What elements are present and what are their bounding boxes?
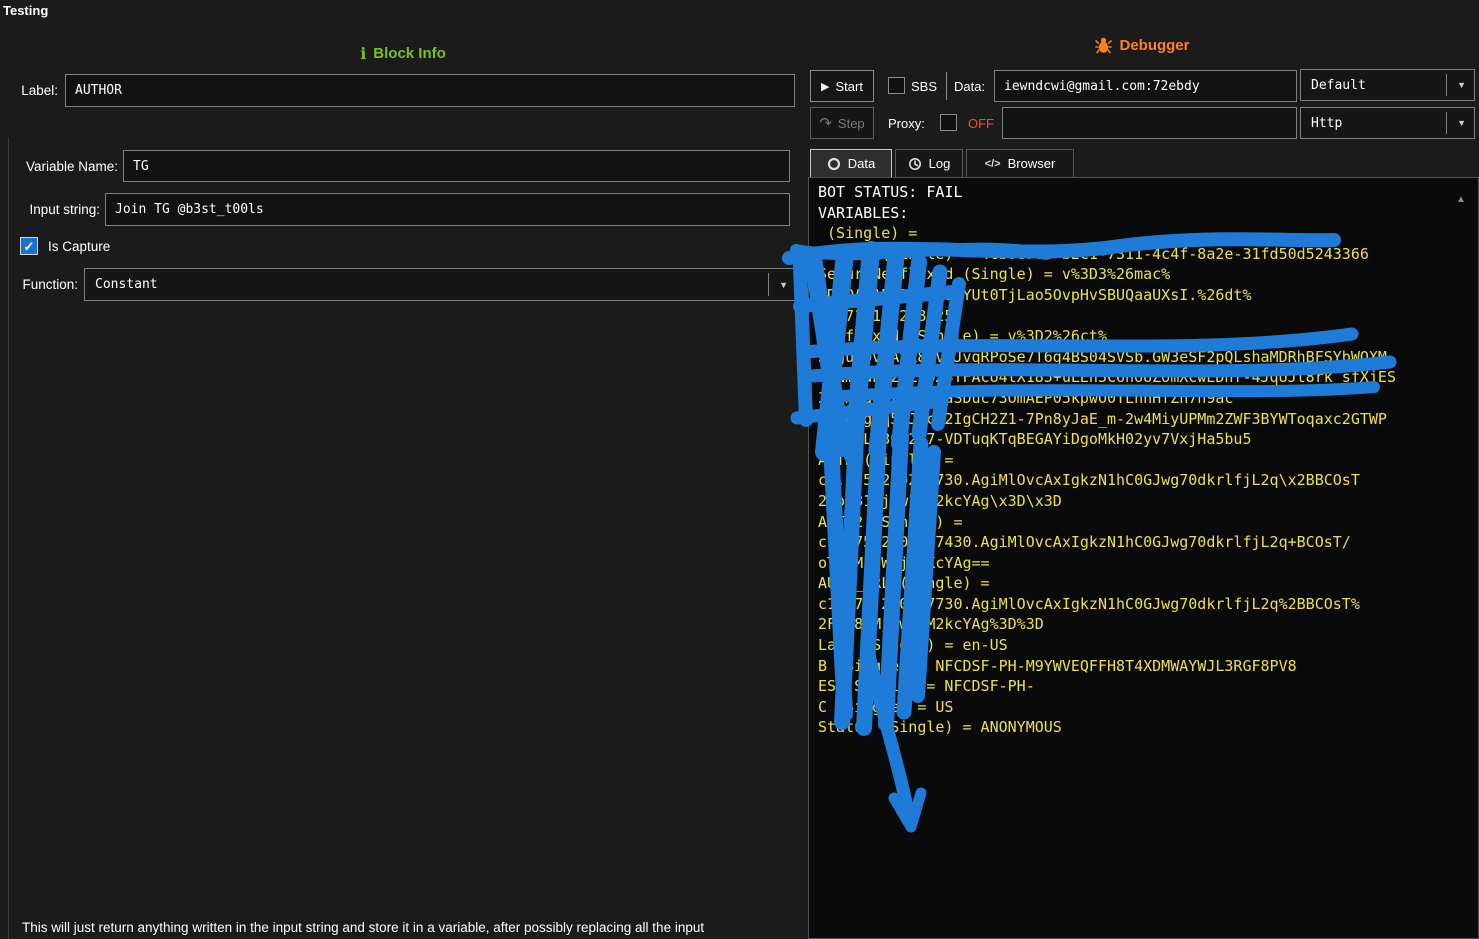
play-icon: ▶ bbox=[821, 80, 829, 93]
section-divider bbox=[8, 137, 9, 939]
block-description: This will just return anything written i… bbox=[22, 920, 792, 935]
variable-name-label: Variable Name: bbox=[10, 159, 118, 174]
proxy-label: Proxy: bbox=[888, 116, 925, 131]
console-line: B (Single) = NFCDSF-PH-M9YWVEQFFH8T4XDMW… bbox=[818, 656, 1478, 677]
app-window: Testing i Block Info Label: Variable Nam… bbox=[0, 0, 1479, 939]
proxy-type-value: Http bbox=[1301, 116, 1342, 131]
console-line: 2FoT81MjOwFjM2kcYAg\x3D\x3D bbox=[818, 491, 1478, 512]
proxy-status: OFF bbox=[968, 116, 994, 131]
step-button[interactable]: ↷ Step bbox=[810, 107, 874, 139]
console-line: 3xumadau/buAaMaSDuc73OmAEP05kpwO0TLnnHfZ… bbox=[818, 388, 1478, 409]
console-line: VARIABLES: bbox=[818, 203, 1478, 224]
bug-icon bbox=[1095, 37, 1112, 54]
variable-name-input[interactable] bbox=[123, 150, 790, 182]
console-line: BOT STATUS: FAIL bbox=[818, 182, 1478, 203]
proxy-checkbox[interactable] bbox=[940, 114, 957, 131]
input-string-input[interactable] bbox=[105, 193, 790, 226]
is-capture-label: Is Capture bbox=[48, 239, 110, 254]
console-line: AUTH_URL (Single) = bbox=[818, 573, 1478, 594]
console-line: DAm6hLn3052S7-VDTuqKTqBEGAYiDgoMkH02yv7V… bbox=[818, 429, 1478, 450]
label-input[interactable] bbox=[65, 74, 795, 107]
wordlist-type-dropdown[interactable]: Default ▼ bbox=[1300, 69, 1475, 101]
data-input[interactable] bbox=[994, 70, 1297, 102]
label-field-label: Label: bbox=[10, 83, 58, 98]
step-label: Step bbox=[838, 116, 865, 131]
console-line: ES (Single) = NFCDSF-PH- bbox=[818, 676, 1478, 697]
debugger-console[interactable]: BOT STATUS: FAIL VARIABLES: (Single) = f… bbox=[808, 177, 1479, 939]
chevron-down-icon: ▼ bbox=[1457, 80, 1466, 90]
function-dropdown[interactable]: Constant ▼ bbox=[84, 268, 797, 301]
function-label: Function: bbox=[10, 277, 78, 292]
tab-data[interactable]: Data bbox=[810, 149, 892, 178]
console-line: AUTH2 (Single) = bbox=[818, 512, 1478, 533]
console-line: Status (Single) = ANONYMOUS bbox=[818, 717, 1478, 738]
console-line: C (Single) = US bbox=[818, 697, 1478, 718]
tab-log[interactable]: Log bbox=[895, 149, 963, 178]
console-line: oT81MjOWFjM2KcYAg== bbox=[818, 553, 1478, 574]
console-line: SecureNetflixId (Single) = v%3D3%26mac% bbox=[818, 264, 1478, 285]
console-line: lKNmoahb2RZnpX4YFAcU4tX185+uLEn3C6noUZom… bbox=[818, 367, 1478, 388]
chevron-down-icon: ▼ bbox=[1457, 118, 1466, 128]
dropdown-separator bbox=[1446, 74, 1447, 96]
debugger-title: Debugger bbox=[1119, 37, 1189, 54]
console-line: 3ogujOvcAxK8AVwJvqRPoSe7T6g4BS04SVSb.GW3… bbox=[818, 347, 1478, 368]
tab-log-label: Log bbox=[929, 156, 951, 171]
start-button[interactable]: ▶ Start bbox=[810, 70, 874, 102]
wordlist-type-value: Default bbox=[1301, 78, 1366, 93]
sbs-checkbox[interactable] bbox=[888, 77, 905, 94]
info-icon: i bbox=[360, 44, 366, 63]
console-line: flwssn (Single) = 4cb0e7d4-b2c1-7311-4c4… bbox=[818, 244, 1478, 265]
controls-separator bbox=[946, 72, 947, 100]
is-capture-checkbox[interactable]: ✓ bbox=[20, 237, 38, 255]
proxy-type-dropdown[interactable]: Http ▼ bbox=[1300, 107, 1475, 139]
console-line: 3D1717170238025 bbox=[818, 306, 1478, 327]
tab-browser[interactable]: </> Browser bbox=[966, 149, 1074, 178]
sbs-label: SBS bbox=[911, 79, 937, 94]
function-value: Constant bbox=[85, 277, 158, 292]
checkmark-icon: ✓ bbox=[24, 240, 35, 253]
debugger-panel: Debugger ▶ Start SBS Data: Default ▼ ↷ S… bbox=[806, 0, 1479, 939]
tab-data-label: Data bbox=[848, 156, 875, 171]
console-line: AUTH (Single) = bbox=[818, 450, 1478, 471]
block-info-panel: i Block Info Label: Variable Name: Input… bbox=[0, 0, 806, 939]
start-label: Start bbox=[836, 79, 863, 94]
console-line: c1.175.2802377430.AgiMlOvcAxIgkzN1hC0GJw… bbox=[818, 532, 1478, 553]
step-icon: ↷ bbox=[819, 116, 832, 131]
data-tab-icon bbox=[827, 157, 841, 171]
console-line: c1.175.280237730.AgiMlOvcAxIgkzN1hC0GJwg… bbox=[818, 470, 1478, 491]
dropdown-separator bbox=[768, 273, 769, 296]
proxy-input[interactable] bbox=[1002, 107, 1297, 139]
block-info-header: i Block Info bbox=[0, 44, 806, 63]
console-line: NetflixId (Single) = v%3D2%26ct% bbox=[818, 326, 1478, 347]
console-line: L0wW9gxq58JYc12IgCH2Z1-7Pn8yJaE_m-2w4Miy… bbox=[818, 409, 1478, 430]
dropdown-separator bbox=[1446, 112, 1447, 134]
block-info-title: Block Info bbox=[373, 45, 446, 62]
input-string-label: Input string: bbox=[10, 202, 100, 217]
console-line: c1.175.280237730.AgiMlOvcAxIgkzN1hC0GJwg… bbox=[818, 594, 1478, 615]
console-line: (Single) = bbox=[818, 223, 1478, 244]
history-icon bbox=[908, 157, 922, 171]
chevron-down-icon: ▼ bbox=[779, 279, 788, 289]
tab-browser-label: Browser bbox=[1008, 156, 1056, 171]
console-line: Lang (Single) = en-US bbox=[818, 635, 1478, 656]
console-line: 3DAQABABSDUUFaabYUt0TjLao5OvpHvSBUQaaUXs… bbox=[818, 285, 1478, 306]
code-icon: </> bbox=[985, 158, 1001, 170]
scrollbar-up-arrow[interactable]: ▲ bbox=[1456, 194, 1466, 205]
debugger-header: Debugger bbox=[806, 37, 1479, 54]
data-label: Data: bbox=[954, 79, 985, 94]
console-line: 2FoT81MjOwFjM2kcYAg%3D%3D bbox=[818, 614, 1478, 635]
